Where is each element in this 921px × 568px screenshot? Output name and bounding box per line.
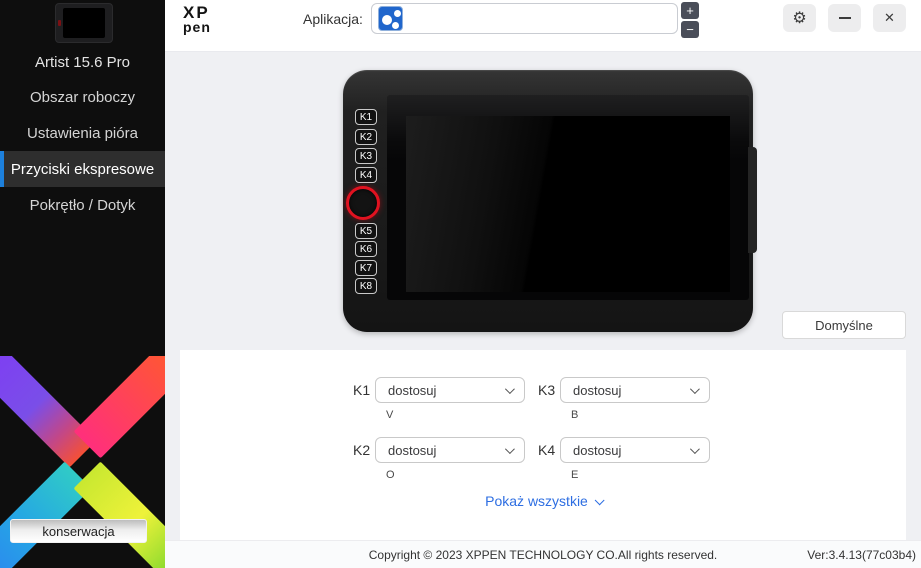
key-label: K4	[538, 442, 555, 458]
xppen-logo: XP pen	[183, 4, 211, 34]
sidebar-item-przyciski-ekspresowe[interactable]: Przyciski ekspresowe	[0, 151, 165, 187]
express-key-k8[interactable]: K8	[355, 278, 377, 294]
close-button[interactable]: ✕	[873, 4, 906, 32]
remove-application-button[interactable]: −	[681, 21, 699, 38]
minimize-icon	[839, 17, 851, 19]
device-thumbnail	[55, 3, 113, 43]
main-content: K1 K2 K3 K4 K5 K6 K7 K8 Domyślne K1 dost…	[165, 52, 921, 568]
key-function-dropdown-k3[interactable]: dostosuj	[560, 377, 710, 403]
maintenance-button[interactable]: konserwacja	[10, 519, 147, 543]
chevron-down-icon	[505, 384, 515, 394]
thumbnail-dial-dot	[58, 20, 61, 26]
tablet-bezel	[387, 95, 749, 300]
app-icon-dot	[394, 10, 401, 17]
shortcut-label: O	[386, 469, 395, 481]
dropdown-value: dostosuj	[388, 443, 436, 458]
gear-icon: ⚙	[792, 8, 806, 28]
tablet-screen	[406, 116, 730, 292]
thumbnail-screen	[63, 8, 105, 38]
topbar: XP pen Aplikacja: + − ⚙ ✕	[165, 0, 921, 52]
key-function-dropdown-k1[interactable]: dostosuj	[375, 377, 525, 403]
key-bindings-panel: K1 dostosuj V K2 dostosuj O K3 dostosuj	[180, 350, 906, 540]
version-text: Ver:3.4.13(77c03b4)	[807, 548, 916, 562]
dropdown-value: dostosuj	[573, 443, 621, 458]
shortcut-label: V	[386, 409, 393, 421]
app-icon-dot	[392, 22, 399, 29]
add-application-button[interactable]: +	[681, 2, 699, 19]
sidebar-nav: Obszar roboczy Ustawienia pióra Przycisk…	[0, 79, 165, 223]
key-function-dropdown-k2[interactable]: dostosuj	[375, 437, 525, 463]
close-icon: ✕	[884, 10, 895, 26]
dropdown-value: dostosuj	[573, 383, 621, 398]
key-label: K1	[353, 382, 370, 398]
sidebar: Artist 15.6 Pro Obszar roboczy Ustawieni…	[0, 0, 165, 568]
shortcut-label: E	[571, 469, 578, 481]
sidebar-item-obszar-roboczy[interactable]: Obszar roboczy	[0, 79, 165, 115]
express-key-k6[interactable]: K6	[355, 241, 377, 257]
settings-button[interactable]: ⚙	[783, 4, 816, 32]
app-icon-dot	[382, 15, 392, 25]
application-label: Aplikacja:	[303, 0, 363, 37]
sidebar-item-ustawienia-piora[interactable]: Ustawienia pióra	[0, 115, 165, 151]
minimize-button[interactable]	[828, 4, 861, 32]
chevron-down-icon	[690, 444, 700, 454]
shortcut-label: B	[571, 409, 578, 421]
tablet-side-tab	[748, 147, 757, 253]
device-name: Artist 15.6 Pro	[0, 54, 165, 71]
key-label: K3	[538, 382, 555, 398]
show-all-link[interactable]: Pokaż wszystkie	[180, 493, 906, 509]
express-key-k1[interactable]: K1	[355, 109, 377, 125]
red-dial[interactable]	[346, 186, 380, 220]
dropdown-value: dostosuj	[388, 383, 436, 398]
key-label: K2	[353, 442, 370, 458]
footer: Copyright © 2023 XPPEN TECHNOLOGY CO.All…	[165, 540, 921, 568]
chevron-down-icon	[505, 444, 515, 454]
tablet-illustration: K1 K2 K3 K4 K5 K6 K7 K8	[343, 70, 753, 332]
express-key-k7[interactable]: K7	[355, 260, 377, 276]
application-icon[interactable]	[378, 6, 403, 31]
xppen-driver-window: Artist 15.6 Pro Obszar roboczy Ustawieni…	[0, 0, 921, 568]
express-key-k4[interactable]: K4	[355, 167, 377, 183]
show-all-label: Pokaż wszystkie	[485, 493, 588, 509]
chevron-down-icon	[595, 495, 605, 505]
xppen-logo-line2: pen	[183, 20, 211, 34]
key-function-dropdown-k4[interactable]: dostosuj	[560, 437, 710, 463]
default-button[interactable]: Domyślne	[782, 311, 906, 339]
express-key-k2[interactable]: K2	[355, 129, 377, 145]
express-key-k5[interactable]: K5	[355, 223, 377, 239]
sidebar-item-pokretlo-dotyk[interactable]: Pokrętło / Dotyk	[0, 187, 165, 223]
express-key-k3[interactable]: K3	[355, 148, 377, 164]
application-list-field[interactable]	[371, 3, 678, 34]
chevron-down-icon	[690, 384, 700, 394]
